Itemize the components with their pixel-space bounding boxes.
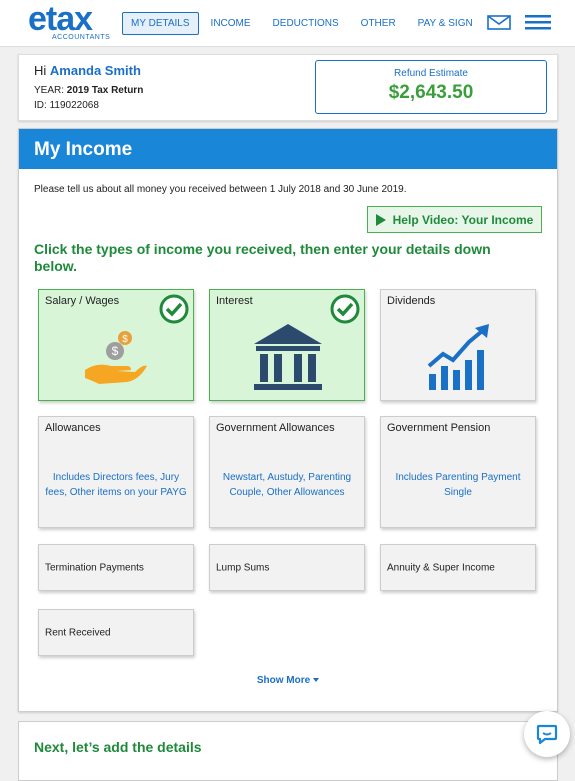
- tile-salary-wages[interactable]: Salary / Wages $ $: [38, 289, 194, 401]
- tile-termination-payments[interactable]: Termination Payments: [38, 544, 194, 591]
- mail-icon[interactable]: [487, 15, 511, 30]
- tile-description: Includes Directors fees, Jury fees, Othe…: [45, 472, 187, 498]
- tile-government-pension[interactable]: Government Pension Includes Parenting Pa…: [380, 416, 536, 528]
- caret-down-icon: [313, 678, 320, 683]
- tile-label: Dividends: [387, 295, 436, 307]
- salary-hand-coins-icon: $ $: [85, 331, 147, 384]
- logo-subtitle: ACCOUNTANTS: [52, 34, 111, 41]
- intro-text: Please tell us about all money you recei…: [34, 184, 407, 195]
- chat-button[interactable]: [524, 711, 570, 757]
- tile-label: Allowances: [45, 422, 101, 434]
- panel-title: My Income: [19, 129, 557, 169]
- help-video-label: Help Video: Your Income: [392, 212, 534, 227]
- greeting: Hi Amanda Smith: [34, 63, 141, 78]
- tile-government-allowances[interactable]: Government Allowances Newstart, Austudy,…: [209, 416, 365, 528]
- nav-my-details[interactable]: MY DETAILS: [122, 11, 199, 35]
- show-more-link[interactable]: Show More: [19, 675, 557, 686]
- growth-chart-icon: [427, 324, 489, 390]
- refund-estimate-box: Refund Estimate $2,643.50: [315, 60, 547, 114]
- svg-text:$: $: [122, 334, 128, 345]
- year-label: YEAR:: [34, 85, 65, 96]
- refund-label: Refund Estimate: [394, 68, 468, 79]
- tile-description: Includes Parenting Payment Single: [395, 472, 521, 498]
- tile-lump-sums[interactable]: Lump Sums: [209, 544, 365, 591]
- nav-pay-sign[interactable]: PAY & SIGN: [418, 18, 473, 29]
- tile-label: Lump Sums: [216, 562, 270, 573]
- tile-label: Annuity & Super Income: [387, 562, 495, 573]
- my-income-panel: My Income Please tell us about all money…: [18, 128, 558, 712]
- nav-other[interactable]: OTHER: [361, 18, 396, 29]
- nav-income[interactable]: INCOME: [211, 18, 251, 29]
- tile-dividends[interactable]: Dividends: [380, 289, 536, 401]
- details-title: Next, let’s add the details: [34, 739, 202, 755]
- tile-label: Interest: [216, 295, 253, 307]
- tile-interest[interactable]: Interest: [209, 289, 365, 401]
- svg-text:$: $: [112, 344, 119, 358]
- tile-label: Government Pension: [387, 422, 491, 434]
- top-nav: etax ACCOUNTANTS MY DETAILS INCOME DEDUC…: [0, 0, 575, 47]
- menu-icon[interactable]: [525, 15, 551, 30]
- check-circle-icon: [330, 294, 360, 324]
- user-summary-card: Hi Amanda Smith YEAR: 2019 Tax Return ID…: [18, 54, 558, 121]
- year-value: 2019 Tax Return: [66, 85, 144, 96]
- tile-allowances[interactable]: Allowances Includes Directors fees, Jury…: [38, 416, 194, 528]
- nav-deductions[interactable]: DEDUCTIONS: [273, 18, 339, 29]
- play-icon: [375, 213, 386, 226]
- details-panel: Next, let’s add the details: [18, 721, 558, 781]
- instruction-text: Click the types of income you received, …: [34, 241, 491, 274]
- user-name: Amanda Smith: [49, 63, 141, 78]
- chat-bubble-icon: [536, 724, 558, 745]
- id-label: ID:: [34, 100, 47, 111]
- check-circle-icon: [159, 294, 189, 324]
- user-id: ID: 119022068: [34, 100, 99, 111]
- tile-label: Rent Received: [45, 627, 111, 638]
- tax-year: YEAR: 2019 Tax Return: [34, 85, 143, 96]
- bank-building-icon: [254, 324, 322, 390]
- show-more-label: Show More: [256, 675, 311, 686]
- tile-description: Newstart, Austudy, Parenting Couple, Oth…: [222, 472, 352, 498]
- etax-logo[interactable]: etax ACCOUNTANTS: [28, 0, 111, 44]
- tile-label: Government Allowances: [216, 422, 335, 434]
- nav-links: MY DETAILS INCOME DEDUCTIONS OTHER PAY &…: [122, 11, 495, 35]
- id-value: 119022068: [49, 100, 99, 111]
- help-video-button[interactable]: Help Video: Your Income: [367, 206, 542, 233]
- refund-amount: $2,643.50: [388, 82, 474, 103]
- tile-label: Termination Payments: [45, 562, 144, 573]
- greeting-word: Hi: [34, 63, 47, 78]
- tile-rent-received[interactable]: Rent Received: [38, 609, 194, 656]
- tile-annuity-super-income[interactable]: Annuity & Super Income: [380, 544, 536, 591]
- tile-label: Salary / Wages: [45, 295, 120, 307]
